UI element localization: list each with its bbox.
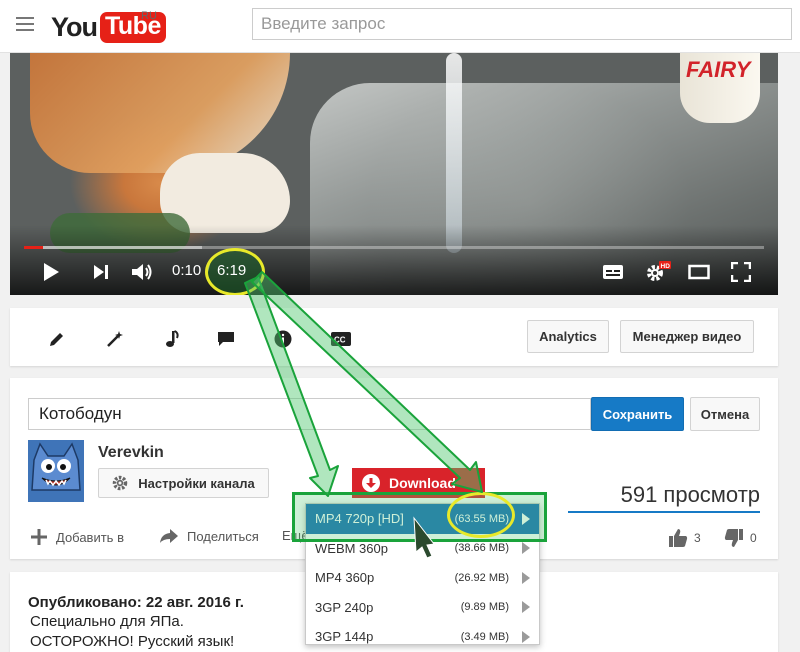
channel-settings-button[interactable]: Настройки канала: [98, 468, 269, 498]
next-button[interactable]: [88, 259, 114, 285]
add-to-button[interactable]: Добавить в: [30, 528, 124, 546]
theater-icon: [688, 264, 710, 280]
current-time: 0:10: [172, 262, 202, 279]
like-count: 3: [694, 531, 701, 545]
music-note-icon[interactable]: [163, 330, 181, 348]
top-bar: You Tube RU: [0, 0, 800, 53]
dislike-count: 0: [750, 531, 757, 545]
download-format-option[interactable]: 3GP 144p (3.49 MB): [306, 622, 539, 645]
description-line-2: ОСТОРОЖНО! Русский язык!: [30, 633, 235, 650]
fullscreen-button[interactable]: [728, 259, 754, 285]
file-size-highlight: [447, 492, 515, 538]
cc-icon[interactable]: CC: [330, 330, 352, 348]
info-icon[interactable]: [274, 330, 292, 348]
dislike-button[interactable]: 0: [724, 528, 757, 548]
video-frame-bottle: FAIRY: [680, 53, 760, 123]
svg-text:CC: CC: [334, 336, 346, 345]
pencil-icon[interactable]: [48, 330, 66, 348]
like-button[interactable]: 3: [668, 528, 701, 548]
analytics-button[interactable]: Analytics: [527, 320, 609, 353]
logo-region: RU: [141, 10, 157, 22]
download-format-option[interactable]: 3GP 240p (9.89 MB): [306, 593, 539, 623]
gear-icon: HD: [647, 261, 671, 281]
format-label: WEBM 360p: [315, 540, 388, 556]
thumbs-up-icon: [669, 529, 688, 547]
next-icon: [94, 265, 108, 279]
fullscreen-icon: [731, 262, 751, 282]
search-input[interactable]: [253, 9, 791, 39]
thumbs-down-icon: [724, 529, 743, 547]
magic-wand-icon[interactable]: [106, 330, 124, 348]
format-label: MP4 360p: [315, 570, 375, 586]
share-icon: [160, 529, 178, 543]
view-count: 591 просмотр: [620, 482, 760, 507]
download-label: Download: [389, 475, 456, 491]
subtitles-button[interactable]: [600, 259, 626, 285]
volume-button[interactable]: [129, 259, 157, 285]
search-box[interactable]: [252, 8, 792, 40]
progress-loaded: [24, 246, 202, 249]
logo-you-text: You: [51, 11, 98, 42]
avatar-cat-image: [28, 440, 84, 502]
download-format-option[interactable]: MP4 360p (26.92 MB): [306, 563, 539, 593]
format-size: (38.66 MB): [454, 542, 509, 555]
format-label: 3GP 240p: [315, 599, 374, 615]
share-button[interactable]: Поделиться: [159, 528, 259, 544]
format-size: (9.89 MB): [460, 601, 509, 614]
format-size: (26.92 MB): [454, 571, 509, 584]
volume-icon: [132, 264, 152, 280]
comment-icon[interactable]: [217, 330, 235, 348]
video-frame-water: [446, 53, 462, 253]
video-manager-button[interactable]: Менеджер видео: [620, 320, 754, 353]
submenu-arrow-icon[interactable]: [522, 601, 530, 614]
svg-text:HD: HD: [661, 263, 671, 270]
channel-name[interactable]: Verevkin: [98, 444, 164, 462]
subtitles-icon: [603, 265, 623, 279]
add-to-label: Добавить в: [56, 529, 124, 545]
plus-icon: [31, 529, 47, 545]
title-field[interactable]: Котободун: [28, 398, 591, 430]
published-date: Опубликовано: 22 авг. 2016 г.: [28, 594, 244, 611]
bottle-label: FAIRY: [686, 57, 751, 82]
play-button[interactable]: [38, 259, 64, 285]
avatar[interactable]: [28, 440, 84, 502]
submenu-arrow-icon[interactable]: [522, 542, 530, 555]
settings-button[interactable]: HD: [644, 259, 672, 285]
theater-mode-button[interactable]: [686, 259, 712, 285]
gear-icon: [112, 475, 128, 491]
duration: 6:19: [217, 262, 247, 279]
channel-settings-label: Настройки канала: [138, 475, 255, 491]
video-player[interactable]: FAIRY 0:10 / 6:19 HD: [10, 53, 778, 295]
share-label: Поделиться: [187, 528, 259, 544]
download-icon: [362, 474, 380, 492]
youtube-logo[interactable]: You Tube RU: [51, 10, 166, 43]
format-label: 3GP 144p: [315, 629, 374, 645]
progress-bar[interactable]: [24, 246, 764, 249]
submenu-arrow-icon[interactable]: [522, 571, 530, 584]
hamburger-menu-icon[interactable]: [16, 17, 34, 31]
video-tools-card: CC Analytics Менеджер видео: [10, 308, 778, 366]
cancel-button[interactable]: Отмена: [690, 397, 760, 431]
play-icon: [44, 263, 59, 281]
view-count-underline: [568, 511, 760, 513]
progress-played: [24, 246, 44, 249]
save-button[interactable]: Сохранить: [591, 397, 684, 431]
description-line-1: Специально для ЯПа.: [30, 613, 184, 630]
